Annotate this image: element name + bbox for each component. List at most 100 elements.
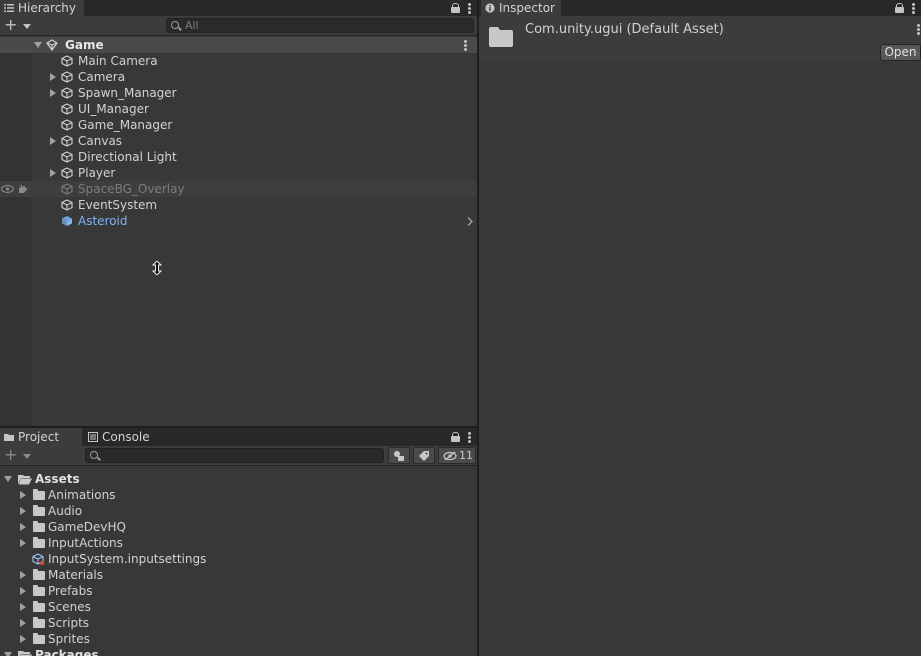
hierarchy-item[interactable]: Player (0, 165, 477, 181)
tab-inspector[interactable]: Inspector (481, 0, 561, 16)
scene-name: Game (65, 38, 104, 52)
assets-root-row[interactable]: Assets (0, 471, 477, 487)
expand-arrow-icon[interactable] (50, 137, 56, 145)
expand-arrow-icon[interactable] (4, 476, 12, 482)
expand-arrow-icon[interactable] (20, 635, 26, 643)
project-item-label: GameDevHQ (48, 520, 126, 534)
create-dropdown-button[interactable]: + (4, 447, 32, 464)
folder-icon (33, 633, 45, 644)
hierarchy-item-label: Camera (78, 70, 126, 84)
folder-icon (33, 569, 45, 580)
tab-hierarchy-label: Hierarchy (18, 1, 77, 15)
inspector-asset-title: Com.unity.ugui (Default Asset) (525, 22, 724, 37)
hierarchy-item[interactable]: UI_Manager (0, 101, 477, 117)
hierarchy-search-input[interactable]: All (166, 18, 474, 33)
hierarchy-item-label: Asteroid (78, 214, 128, 228)
open-button[interactable]: Open (880, 44, 921, 61)
hierarchy-item-label: EventSystem (78, 198, 158, 212)
project-folder-item[interactable]: GameDevHQ (0, 519, 477, 535)
hierarchy-item[interactable]: Camera (0, 69, 477, 85)
project-folder-item[interactable]: Animations (0, 487, 477, 503)
expand-arrow-icon[interactable] (50, 169, 56, 177)
scene-header-row[interactable]: Game (0, 37, 477, 53)
project-folder-item[interactable]: InputActions (0, 535, 477, 551)
kebab-menu-icon[interactable] (912, 2, 915, 14)
hierarchy-item-label: Main Camera (78, 54, 158, 68)
project-folder-item[interactable]: Prefabs (0, 583, 477, 599)
tab-hierarchy[interactable]: Hierarchy (0, 0, 84, 16)
create-dropdown-button[interactable]: + (4, 17, 32, 34)
folder-icon (33, 489, 45, 500)
chevron-right-icon[interactable] (467, 217, 473, 226)
project-folder-item[interactable]: Sprites (0, 631, 477, 647)
hierarchy-item[interactable]: SpaceBG_Overlay (0, 181, 477, 197)
hierarchy-item-label: UI_Manager (78, 102, 149, 116)
expand-arrow-icon[interactable] (20, 587, 26, 595)
project-search-input[interactable] (85, 448, 384, 463)
tab-console[interactable]: Console (84, 428, 164, 446)
hierarchy-item-label: Player (78, 166, 116, 180)
search-by-label-button[interactable] (413, 447, 435, 464)
project-item-label: Materials (48, 568, 104, 582)
resize-cursor-icon (151, 261, 163, 275)
expand-arrow-icon[interactable] (20, 603, 26, 611)
visibility-eye-icon[interactable] (1, 185, 14, 193)
project-panel: Project Console + 11 Assets Animations A… (0, 428, 477, 656)
expand-arrow-icon[interactable] (4, 652, 12, 656)
hierarchy-item-label: SpaceBG_Overlay (78, 182, 185, 196)
packages-root-row[interactable]: Packages (0, 647, 477, 656)
expand-arrow-icon[interactable] (50, 73, 56, 81)
folder-icon (33, 521, 45, 532)
project-folder-item[interactable]: Scenes (0, 599, 477, 615)
lock-icon[interactable] (451, 3, 460, 13)
gameobject-cube-icon (61, 55, 73, 67)
kebab-menu-icon[interactable] (468, 431, 471, 443)
folder-icon (33, 585, 45, 596)
tab-project[interactable]: Project (0, 428, 82, 446)
hierarchy-item[interactable]: EventSystem (0, 197, 477, 213)
expand-arrow-icon[interactable] (20, 571, 26, 579)
inspector-kebab-icon[interactable] (917, 24, 920, 35)
kebab-menu-icon[interactable] (468, 2, 471, 14)
hierarchy-item[interactable]: Game_Manager (0, 117, 477, 133)
hierarchy-item-label: Directional Light (78, 150, 177, 164)
pickable-hand-icon[interactable] (17, 184, 28, 194)
search-by-type-button[interactable] (388, 447, 410, 464)
folder-icon (489, 27, 513, 47)
scene-kebab-icon[interactable] (464, 40, 467, 51)
hierarchy-item[interactable]: Canvas (0, 133, 477, 149)
gameobject-cube-icon (61, 151, 73, 163)
folder-icon (33, 505, 45, 516)
project-folder-item[interactable]: Materials (0, 567, 477, 583)
hierarchy-toolbar: + All (0, 16, 477, 36)
hierarchy-item[interactable]: Directional Light (0, 149, 477, 165)
console-icon (88, 432, 98, 442)
project-asset-item[interactable]: InputSystem.inputsettings (0, 551, 477, 567)
tab-console-label: Console (102, 430, 150, 444)
expand-arrow-icon[interactable] (20, 619, 26, 627)
hierarchy-item-label: Spawn_Manager (78, 86, 177, 100)
hierarchy-item[interactable]: Main Camera (0, 53, 477, 69)
expand-arrow-icon[interactable] (20, 491, 26, 499)
lock-icon[interactable] (451, 432, 460, 442)
eye-slash-icon (443, 451, 457, 461)
hidden-packages-toggle[interactable]: 11 (438, 447, 476, 464)
hierarchy-tab-tools (451, 0, 471, 16)
folder-icon (33, 601, 45, 612)
list-icon (4, 4, 14, 12)
project-folder-item[interactable]: Audio (0, 503, 477, 519)
project-folder-item[interactable]: Scripts (0, 615, 477, 631)
hierarchy-tabbar: Hierarchy (0, 0, 477, 16)
expand-arrow-icon[interactable] (20, 539, 26, 547)
hierarchy-item[interactable]: Spawn_Manager (0, 85, 477, 101)
chevron-down-icon (23, 24, 31, 29)
expand-arrow-icon[interactable] (20, 523, 26, 531)
folder-icon (33, 617, 45, 628)
hierarchy-item[interactable]: Asteroid (0, 213, 477, 229)
lock-icon[interactable] (895, 3, 904, 13)
expand-arrow-icon[interactable] (50, 89, 56, 97)
expand-arrow-icon[interactable] (34, 42, 42, 48)
gameobject-cube-icon (61, 183, 73, 195)
info-icon (485, 3, 495, 13)
expand-arrow-icon[interactable] (20, 507, 26, 515)
